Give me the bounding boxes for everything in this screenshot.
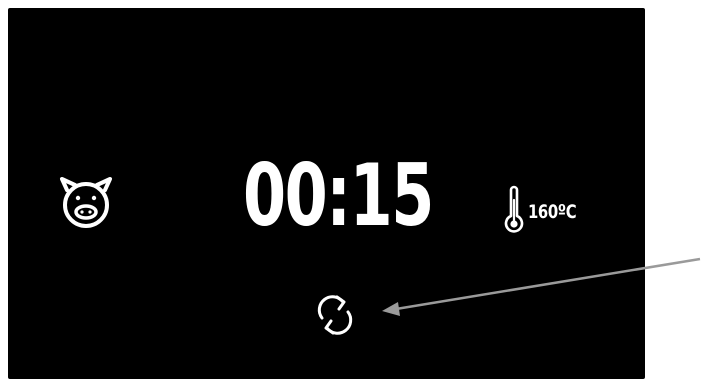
temperature-value: 160ºC xyxy=(528,201,577,223)
refresh-cycle-icon[interactable] xyxy=(313,292,357,338)
temperature-indicator: 160ºC xyxy=(504,180,590,240)
oven-display-screen: 00:15 160ºC xyxy=(8,8,645,379)
timer-display: 00:15 xyxy=(243,146,434,246)
pig-face-icon xyxy=(60,177,112,228)
thermometer-icon xyxy=(504,185,524,233)
